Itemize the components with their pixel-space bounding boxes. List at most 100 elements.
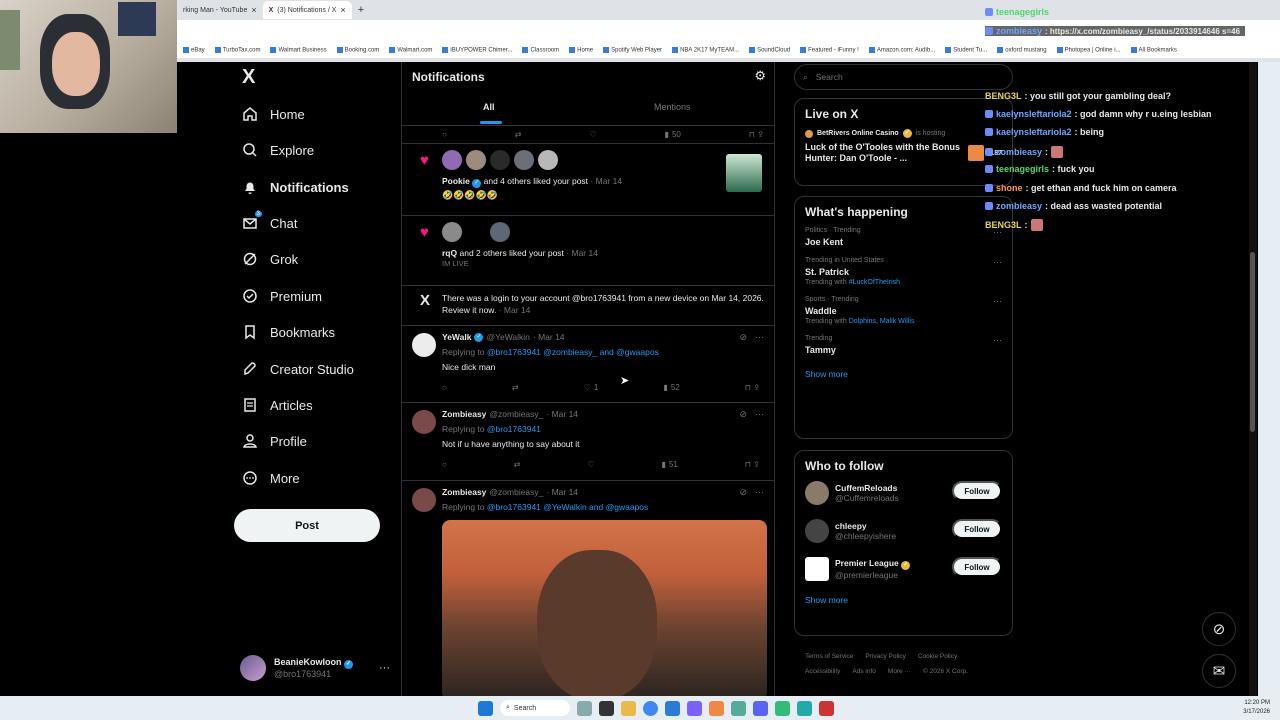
- author-name[interactable]: Zombieasy: [442, 409, 486, 419]
- app-icon[interactable]: [797, 700, 812, 716]
- sidebar-item-articles[interactable]: Articles: [242, 397, 313, 413]
- bookmark-item[interactable]: eBay: [183, 46, 205, 53]
- widgets-icon[interactable]: [577, 700, 592, 716]
- sidebar-item-notifications[interactable]: Notifications: [242, 179, 349, 195]
- more-options-icon[interactable]: ···: [379, 662, 390, 674]
- live-stream[interactable]: BetRivers Online Casino ✓ is hosting Luck …: [805, 129, 1002, 165]
- bookmark-item[interactable]: Featured - iFunny !: [800, 46, 859, 53]
- bookmark-item[interactable]: Home: [569, 46, 593, 53]
- new-tab-button[interactable]: +: [352, 1, 370, 19]
- sidebar-item-home[interactable]: Home: [242, 106, 305, 122]
- start-icon[interactable]: [478, 700, 493, 716]
- like-notification[interactable]: ♥ rqQ and 2 others liked your post · Mar…: [402, 216, 774, 286]
- reply-icon[interactable]: ○: [442, 460, 447, 469]
- follow-suggestion[interactable]: CuffemReloads @Cuffemreloads Follow: [805, 481, 1002, 505]
- footer-link[interactable]: Privacy Policy: [865, 653, 905, 660]
- app-icon[interactable]: [753, 700, 768, 716]
- app-icon[interactable]: [731, 700, 746, 716]
- more-options-icon[interactable]: ···: [993, 257, 1002, 267]
- sidebar-item-premium[interactable]: Premium: [242, 288, 322, 304]
- sidebar-item-chat[interactable]: 3 Chat: [242, 211, 297, 231]
- views-button[interactable]: ▮ 52: [663, 383, 679, 392]
- trend-with-link[interactable]: #LuckOfTheIrish: [849, 279, 900, 286]
- reply-tweet[interactable]: YeWalk ✓ @YeWalkin · Mar 14 ⊘ ··· Replying t…: [402, 326, 774, 403]
- close-icon[interactable]: ×: [251, 5, 256, 15]
- grok-fab-button[interactable]: ⊘: [1202, 612, 1236, 646]
- x-logo[interactable]: X: [242, 66, 255, 89]
- close-icon[interactable]: ×: [340, 5, 345, 15]
- browser-tab-youtube[interactable]: rking Man - YouTube ×: [177, 1, 263, 19]
- taskbar-search[interactable]: ⌕ Search: [500, 700, 570, 716]
- live-on-x-panel[interactable]: Live on X BetRivers Online Casino ✓ is hos…: [794, 98, 1013, 186]
- trend-item[interactable]: Trending Tammy ···: [805, 335, 1002, 355]
- grok-icon[interactable]: ⊘: [739, 487, 747, 498]
- more-options-icon[interactable]: ···: [755, 487, 764, 498]
- bookmark-item[interactable]: Student Tu...: [945, 46, 987, 53]
- bookmark-share-icons[interactable]: ⊓ ⇪: [745, 383, 760, 392]
- more-options-icon[interactable]: ···: [993, 335, 1002, 345]
- follow-button[interactable]: Follow: [952, 519, 1002, 539]
- like-icon[interactable]: ♡: [587, 460, 594, 469]
- views-icon[interactable]: ▮ 50: [665, 130, 681, 139]
- reply-mentions[interactable]: @bro1763941: [487, 424, 541, 434]
- views-button[interactable]: ▮ 51: [662, 460, 678, 469]
- bookmark-share-icons[interactable]: ⊓ ⇪: [745, 460, 760, 469]
- bookmark-item[interactable]: Classroom: [522, 46, 559, 53]
- footer-link[interactable]: Ads info: [852, 668, 876, 675]
- repost-icon[interactable]: ⇄: [515, 130, 522, 139]
- more-options-icon[interactable]: ···: [755, 409, 764, 420]
- reply-icon[interactable]: ○: [442, 130, 447, 139]
- app-icon[interactable]: [621, 700, 636, 716]
- bookmark-item[interactable]: SoundCloud: [749, 46, 790, 53]
- footer-link[interactable]: Cookie Policy: [918, 653, 957, 660]
- bookmark-item[interactable]: Amazon.com: Audib...: [868, 46, 935, 53]
- sidebar-item-more[interactable]: More: [242, 470, 300, 486]
- post-button[interactable]: Post: [234, 509, 380, 542]
- explorer-icon[interactable]: [599, 700, 614, 716]
- sidebar-item-explore[interactable]: Explore: [242, 142, 314, 158]
- show-more-link[interactable]: Show more: [805, 595, 1002, 605]
- gear-icon[interactable]: ⚙: [754, 68, 766, 84]
- bookmark-item[interactable]: TurboTax.com: [214, 46, 260, 53]
- repost-icon[interactable]: ⇄: [512, 383, 519, 392]
- grok-icon[interactable]: ⊘: [739, 409, 747, 420]
- trend-item[interactable]: Politics · Trending Joe Kent ···: [805, 227, 1002, 247]
- app-icon[interactable]: [709, 700, 724, 716]
- tab-all[interactable]: All: [483, 102, 495, 112]
- browser-tab-notifications[interactable]: X (3) Notifications / X ×: [262, 1, 352, 19]
- account-switcher[interactable]: BeanieKowloon ✓ @bro1763941 ···: [240, 653, 390, 683]
- follow-suggestion[interactable]: chleepy @chleepyishere Follow: [805, 519, 1002, 543]
- tweet-media-gif[interactable]: [442, 520, 767, 696]
- author-name[interactable]: YeWalk: [442, 332, 471, 342]
- sidebar-item-creator-studio[interactable]: Creator Studio: [242, 361, 354, 377]
- app-icon[interactable]: [687, 700, 702, 716]
- system-clock[interactable]: 12:20 PM 3/17/2026: [1243, 699, 1270, 717]
- search-input[interactable]: ⌕ Search: [794, 64, 1013, 90]
- bookmark-item[interactable]: Walmart Business: [270, 46, 327, 53]
- like-icon[interactable]: ♡: [589, 130, 596, 139]
- more-options-icon[interactable]: ···: [755, 332, 764, 343]
- show-more-link[interactable]: Show more: [805, 369, 1002, 379]
- app-icon[interactable]: [775, 700, 790, 716]
- sidebar-item-grok[interactable]: Grok: [242, 251, 298, 267]
- grok-icon[interactable]: ⊘: [739, 332, 747, 343]
- bookmark-item[interactable]: Walmart.com: [389, 46, 432, 53]
- chrome-icon[interactable]: [643, 700, 658, 716]
- login-notification[interactable]: X There was a login to your account @bro…: [402, 286, 774, 326]
- sidebar-item-bookmarks[interactable]: Bookmarks: [242, 324, 335, 340]
- like-notification[interactable]: ♥ Pookie ✓ and 4 others liked your post …: [402, 144, 774, 216]
- repost-icon[interactable]: ⇄: [514, 460, 521, 469]
- sidebar-item-profile[interactable]: Profile: [242, 433, 307, 449]
- author-name[interactable]: Zombieasy: [442, 487, 486, 497]
- footer-link[interactable]: Terms of Service: [805, 653, 853, 660]
- footer-link[interactable]: Accessibility: [805, 668, 840, 675]
- page-scrollbar[interactable]: [1249, 62, 1257, 696]
- bookmark-item[interactable]: iBUYPOWER Chimer...: [442, 46, 512, 53]
- bookmark-share-icons[interactable]: ⊓ ⇪: [749, 130, 764, 139]
- like-button[interactable]: ♡ 1: [584, 383, 599, 392]
- more-options-icon[interactable]: ···: [993, 296, 1002, 306]
- app-icon[interactable]: [665, 700, 680, 716]
- trend-with-link[interactable]: Dolphins, Malik Willis: [849, 318, 915, 325]
- footer-link[interactable]: More ···: [888, 668, 911, 675]
- follow-suggestion[interactable]: Premier League ✓ @premierleague Follow: [805, 557, 1002, 581]
